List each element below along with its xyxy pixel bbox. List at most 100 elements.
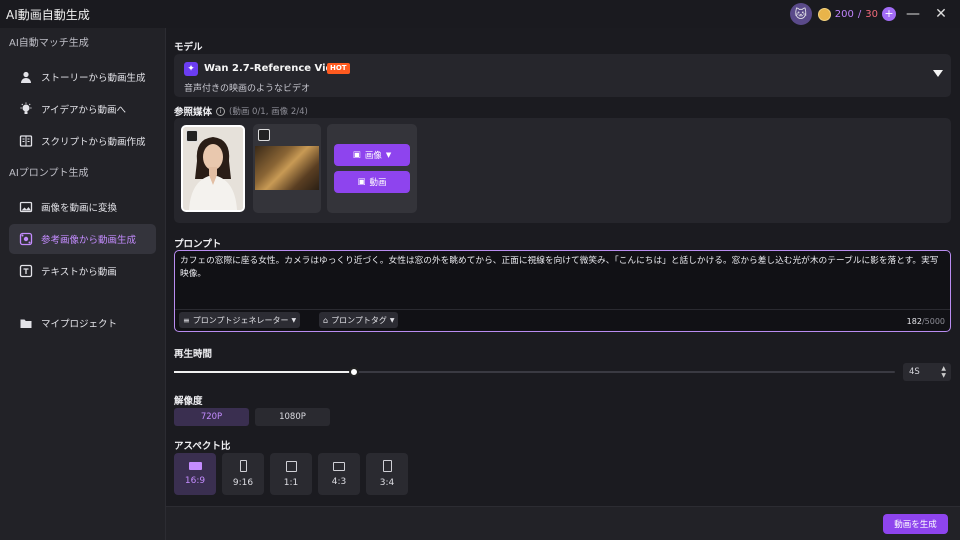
script-icon bbox=[19, 134, 33, 148]
app-title: AI動画自動生成 bbox=[6, 7, 90, 22]
duration-value: 4S bbox=[909, 367, 920, 377]
tag-icon: ⌂ bbox=[323, 315, 329, 325]
reference-media-box: ▣ 画像 ▼ ▣ 動画 bbox=[174, 118, 951, 223]
prompt-input[interactable]: カフェの窓際に座る女性。カメラはゆっくり近づく。女性は窓の外を眺めてから、正面に… bbox=[174, 250, 951, 332]
prompt-text[interactable]: カフェの窓際に座る女性。カメラはゆっくり近づく。女性は窓の外を眺めてから、正面に… bbox=[180, 255, 946, 281]
model-selector[interactable]: ✦ Wan 2.7-Reference Video HOT 音声付きの映画のよう… bbox=[174, 54, 951, 97]
credits-used: 200 bbox=[834, 8, 854, 20]
image-add-icon: ▣ bbox=[352, 150, 361, 160]
aspect-3-4[interactable]: 3:4 bbox=[366, 453, 408, 495]
lightbulb-icon bbox=[19, 102, 33, 116]
char-count: 182/5000 bbox=[907, 317, 945, 326]
caret-down-icon: ▼ bbox=[389, 316, 395, 324]
square-shape-icon bbox=[285, 460, 297, 472]
image-icon bbox=[19, 200, 33, 214]
credits-separator: / bbox=[857, 8, 862, 20]
bottom-bar: 動画を生成 bbox=[166, 506, 960, 540]
list-icon: ≡ bbox=[183, 315, 190, 325]
image-type-icon bbox=[186, 130, 198, 142]
aspect-label: 1:1 bbox=[283, 477, 299, 488]
sidebar-item-label: テキストから動画 bbox=[41, 267, 117, 278]
char-count-current: 182 bbox=[906, 317, 922, 326]
aspect-1-1[interactable]: 1:1 bbox=[270, 453, 312, 495]
duration-slider-fill bbox=[174, 371, 354, 373]
landscape-shape-icon bbox=[333, 461, 345, 471]
add-image-label: 画像 bbox=[364, 151, 382, 161]
coin-icon bbox=[817, 7, 831, 21]
sidebar-item-label: 参考画像から動画生成 bbox=[41, 235, 137, 246]
duration-slider[interactable] bbox=[174, 367, 895, 377]
prompt-label: プロンプト bbox=[174, 239, 222, 250]
credits-total: 30 bbox=[865, 8, 878, 20]
reference-label-text: 参照媒体 bbox=[174, 107, 213, 118]
resolution-1080p[interactable]: 1080P bbox=[255, 408, 330, 426]
char-count-max: /5000 bbox=[921, 317, 945, 326]
text-icon bbox=[19, 264, 33, 278]
chip-label: プロンプトタグ bbox=[331, 315, 387, 325]
duration-label: 再生時間 bbox=[174, 349, 213, 360]
image-type-icon bbox=[258, 129, 270, 141]
sidebar-item-my-projects[interactable]: マイプロジェクト bbox=[9, 308, 156, 338]
sidebar-item-text-to-video[interactable]: テキストから動画 bbox=[9, 256, 156, 286]
close-button[interactable]: ✕ bbox=[930, 3, 952, 25]
duration-stepper[interactable]: 4S ▲ ▼ bbox=[903, 363, 951, 381]
model-label: モデル bbox=[174, 42, 203, 53]
sidebar-section-prompt: AIプロンプト生成 bbox=[9, 168, 89, 179]
sidebar-item-script-to-video[interactable]: スクリプトから動画作成 bbox=[9, 126, 156, 156]
reference-media-label: 参照媒体 i (動画 0/1, 画像 2/4) bbox=[174, 104, 308, 118]
minimize-button[interactable]: — bbox=[902, 3, 924, 25]
portrait-shape-icon bbox=[239, 460, 247, 472]
stepper-arrows-icon[interactable]: ▲ ▼ bbox=[941, 365, 946, 379]
add-video-label: 動画 bbox=[369, 178, 387, 188]
aspect-9-16[interactable]: 9:16 bbox=[222, 453, 264, 495]
caret-down-icon: ▼ bbox=[291, 316, 297, 324]
hot-badge: HOT bbox=[327, 63, 350, 74]
aspect-4-3[interactable]: 4:3 bbox=[318, 453, 360, 495]
resolution-720p[interactable]: 720P bbox=[174, 408, 249, 426]
resolution-label: 解像度 bbox=[174, 396, 203, 407]
video-add-icon: ▣ bbox=[357, 177, 366, 187]
cafe-interior-image bbox=[255, 146, 319, 190]
aspect-16-9[interactable]: 16:9 bbox=[174, 453, 216, 495]
reference-image-cafe[interactable] bbox=[253, 124, 321, 213]
sidebar: AI自動マッチ生成 ストーリーから動画生成 アイデアから動画へ スクリプトから動… bbox=[0, 28, 166, 540]
sidebar-divider bbox=[0, 288, 165, 306]
aspect-label: 4:3 bbox=[331, 476, 347, 487]
title-bar-controls: 🐱 200/30 + — ✕ bbox=[789, 3, 952, 25]
folder-icon bbox=[19, 316, 33, 330]
add-credits-button[interactable]: + bbox=[882, 7, 896, 21]
sidebar-section-auto-match: AI自動マッチ生成 bbox=[9, 38, 89, 49]
chevron-down-icon[interactable] bbox=[933, 70, 943, 77]
model-logo-icon: ✦ bbox=[184, 62, 198, 76]
title-bar: AI動画自動生成 🐱 200/30 + — ✕ bbox=[0, 0, 960, 28]
aspect-label: 9:16 bbox=[232, 478, 254, 488]
main-panel: モデル ✦ Wan 2.7-Reference Video HOT 音声付きの映… bbox=[166, 28, 960, 506]
prompt-divider bbox=[175, 309, 950, 310]
sidebar-item-label: アイデアから動画へ bbox=[41, 105, 127, 116]
generate-video-button[interactable]: 動画を生成 bbox=[883, 514, 948, 534]
sidebar-item-story-to-video[interactable]: ストーリーから動画生成 bbox=[9, 62, 156, 92]
caret-down-icon: ▼ bbox=[385, 151, 392, 159]
duration-slider-handle[interactable] bbox=[349, 367, 359, 377]
chip-label: プロンプトジェネレーター bbox=[192, 315, 289, 325]
aspect-label: 3:4 bbox=[379, 478, 395, 488]
credits-display[interactable]: 200/30 + bbox=[817, 7, 896, 21]
sidebar-item-reference-to-video[interactable]: 参考画像から動画生成 bbox=[9, 224, 156, 254]
reference-count: (動画 0/1, 画像 2/4) bbox=[229, 107, 308, 117]
prompt-tag-chip[interactable]: ⌂ プロンプトタグ ▼ bbox=[319, 312, 399, 328]
add-media-box: ▣ 画像 ▼ ▣ 動画 bbox=[327, 124, 417, 213]
add-image-button[interactable]: ▣ 画像 ▼ bbox=[334, 144, 410, 166]
aspect-label: 16:9 bbox=[184, 476, 206, 486]
prompt-generator-chip[interactable]: ≡ プロンプトジェネレーター ▼ bbox=[179, 312, 301, 328]
sidebar-item-idea-to-video[interactable]: アイデアから動画へ bbox=[9, 94, 156, 124]
sidebar-item-image-to-video[interactable]: 画像を動画に変換 bbox=[9, 192, 156, 222]
model-name: Wan 2.7-Reference Video bbox=[204, 63, 347, 74]
model-description: 音声付きの映画のようなビデオ bbox=[184, 84, 311, 94]
info-icon[interactable]: i bbox=[216, 106, 226, 116]
avatar[interactable]: 🐱 bbox=[789, 3, 812, 25]
add-video-button[interactable]: ▣ 動画 bbox=[334, 171, 410, 193]
reference-image-woman[interactable] bbox=[181, 125, 245, 212]
landscape-shape-icon bbox=[188, 462, 202, 470]
person-icon bbox=[19, 70, 33, 84]
reference-icon bbox=[19, 232, 33, 246]
